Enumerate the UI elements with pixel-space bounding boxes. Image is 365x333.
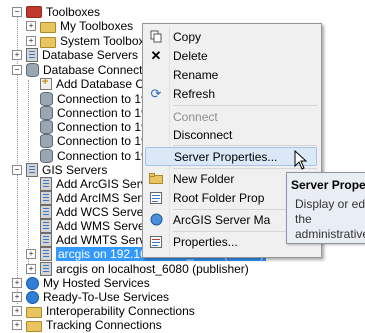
menu-item-disconnect[interactable]: Disconnect (145, 125, 317, 144)
tree-node-database-servers[interactable]: + Database Servers (12, 47, 138, 63)
menu-item-refresh[interactable]: ⟳ Refresh (145, 84, 317, 103)
tree-node-label: Add WCS Server (56, 205, 148, 219)
delete-icon: ✕ (150, 47, 162, 63)
server-icon (40, 191, 52, 205)
expand-icon[interactable]: + (26, 36, 36, 46)
tooltip-title: Server Properties (291, 178, 365, 192)
menu-separator (173, 105, 317, 106)
tree-node-label: Toolboxes (46, 5, 101, 19)
menu-separator (173, 145, 317, 146)
rename-icon (145, 65, 167, 84)
tree-node-label: Database Servers (42, 48, 139, 62)
tree-node-label: Tracking Connections (46, 318, 162, 332)
connect-icon (145, 107, 167, 126)
server-icon (40, 262, 52, 276)
collapse-icon[interactable]: − (12, 65, 22, 75)
properties-icon (145, 188, 167, 207)
server-icon (40, 233, 52, 247)
folder-icon (26, 321, 42, 332)
server-manager-icon (145, 210, 167, 229)
tree-node-label: My Hosted Services (43, 276, 150, 290)
tree-guide-line (28, 80, 29, 162)
menu-item-rename[interactable]: Rename (145, 65, 317, 84)
menu-item-server-properties[interactable]: Server Properties... (145, 147, 317, 166)
add-connection-icon (40, 76, 52, 90)
toolbox-icon (26, 6, 42, 18)
tooltip: Server Properties Display or edit the ad… (286, 172, 365, 244)
tree-node-label: Add ArcGIS Serve (56, 177, 154, 191)
new-folder-icon (145, 169, 167, 188)
tree-node-label: Connection to 192 (57, 134, 155, 148)
tree-node-label: System Toolboxe (60, 34, 152, 48)
disconnect-icon (145, 125, 167, 144)
tree-node-add-database-connection[interactable]: Add Database Co (40, 76, 151, 92)
mouse-cursor-icon (294, 150, 308, 170)
database-icon (26, 63, 39, 77)
server-icon (26, 163, 38, 177)
tree-node-label: Connection to 192 (57, 149, 155, 163)
tree-node-label: GIS Servers (42, 163, 108, 177)
tree-node-tracking-connections[interactable]: + Tracking Connections (12, 317, 162, 333)
database-server-icon (26, 48, 38, 62)
tree-node-label: arcgis on localhost_6080 (publisher) (56, 262, 249, 276)
folder-icon (40, 22, 56, 33)
refresh-icon: ⟳ (150, 85, 162, 101)
expand-icon[interactable]: + (26, 21, 36, 31)
expand-icon[interactable]: + (12, 306, 22, 316)
expand-icon[interactable]: + (26, 249, 36, 259)
tree-node-label: Add ArcIMS Serve (56, 191, 155, 205)
menu-item-delete[interactable]: ✕ Delete (145, 46, 317, 65)
menu-item-copy[interactable]: Copy (145, 27, 317, 46)
tree-node-label: Connection to 192 (57, 92, 155, 106)
expand-icon[interactable]: + (12, 292, 22, 302)
tree-node-label: Ready-To-Use Services (43, 290, 170, 304)
database-icon (40, 92, 53, 106)
globe-icon (26, 290, 39, 304)
tree-node-label: Connection to 192 (57, 106, 155, 120)
tree-node-label: Connection to 192 (57, 120, 155, 134)
globe-icon (26, 276, 39, 290)
tree-node-label: Add Database Co (56, 77, 151, 91)
expand-icon[interactable]: + (26, 264, 36, 274)
database-icon (40, 120, 53, 134)
server-icon (40, 219, 52, 233)
expand-icon[interactable]: + (12, 50, 22, 60)
expand-icon[interactable]: + (12, 278, 22, 288)
properties-icon (145, 232, 167, 251)
server-icon (40, 177, 52, 191)
server-properties-icon (146, 147, 168, 166)
collapse-icon[interactable]: − (12, 7, 22, 17)
database-icon (40, 106, 53, 120)
tree-node-connection[interactable]: Connection to 192 (40, 133, 154, 149)
server-icon (40, 247, 52, 261)
tree-node-my-toolboxes[interactable]: + My Toolboxes (26, 18, 133, 34)
expand-icon[interactable]: + (12, 320, 22, 330)
copy-icon (145, 27, 167, 46)
server-icon (40, 205, 52, 219)
tree-node-label: Add WMS Server (56, 219, 149, 233)
tree-node-label: My Toolboxes (60, 19, 134, 33)
menu-item-connect[interactable]: Connect (145, 107, 317, 126)
database-icon (40, 149, 53, 163)
tooltip-description: Display or edit the administrative prope… (295, 197, 365, 243)
collapse-icon[interactable]: − (12, 165, 22, 175)
database-icon (40, 134, 53, 148)
tree-node-label: Interoperability Connections (46, 304, 195, 318)
